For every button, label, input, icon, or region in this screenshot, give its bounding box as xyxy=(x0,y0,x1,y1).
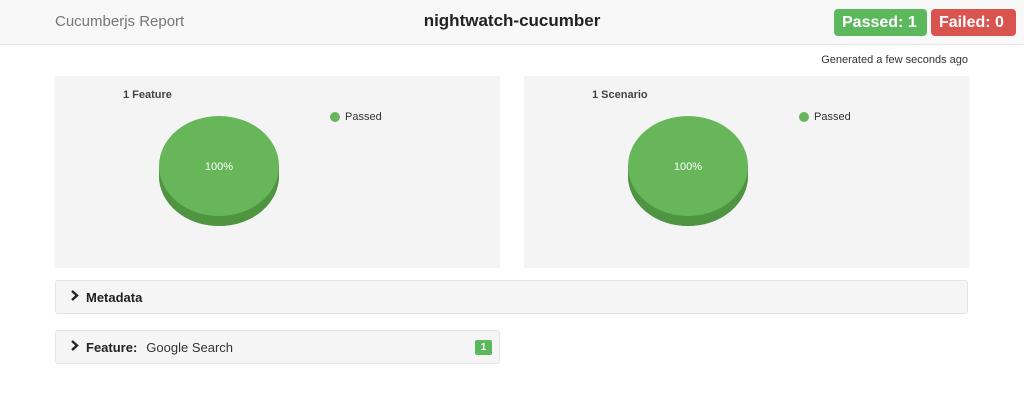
scenarios-chart-title: 1 Scenario xyxy=(592,89,648,101)
failed-badge: Failed: 0 xyxy=(931,9,1016,36)
generated-timestamp: Generated a few seconds ago xyxy=(821,54,968,66)
scenarios-legend-item[interactable]: Passed xyxy=(799,111,851,123)
scenarios-legend-label: Passed xyxy=(814,111,851,123)
top-navbar: Cucumberjs Report nightwatch-cucumber Pa… xyxy=(0,0,1024,45)
features-chart-title: 1 Feature xyxy=(123,89,172,101)
metadata-panel[interactable]: Metadata xyxy=(55,280,968,314)
scenarios-pie-chart: 100% xyxy=(628,116,748,226)
feature-panel[interactable]: Feature: Google Search 1 xyxy=(55,330,500,364)
metadata-label: Metadata xyxy=(86,289,143,305)
features-chart-panel: 100% 1 Feature Passed xyxy=(55,76,500,268)
features-pie-data-label: 100% xyxy=(205,161,233,173)
scenarios-chart-panel: 100% 1 Scenario Passed xyxy=(524,76,969,268)
feature-name: Google Search xyxy=(146,339,234,355)
legend-dot-icon xyxy=(799,112,809,122)
chevron-right-icon xyxy=(70,290,80,304)
passed-badge: Passed: 1 xyxy=(834,9,927,36)
features-legend-item[interactable]: Passed xyxy=(330,111,382,123)
feature-prefix-label: Feature: xyxy=(86,339,138,355)
features-legend-label: Passed xyxy=(345,111,382,123)
scenarios-pie-data-label: 100% xyxy=(674,161,702,173)
features-pie-chart: 100% xyxy=(159,116,279,226)
scenario-count-badge: 1 xyxy=(475,340,492,355)
legend-dot-icon xyxy=(330,112,340,122)
chevron-right-icon xyxy=(70,340,80,354)
